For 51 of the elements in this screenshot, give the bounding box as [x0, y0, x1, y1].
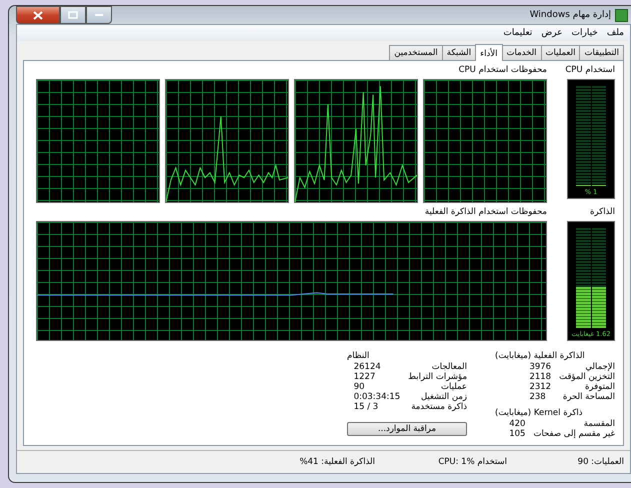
menu-item[interactable]: عرض — [541, 28, 563, 38]
cpu-history-label: محفوظات استخدام CPU — [458, 65, 547, 77]
stat-value: 2118 — [529, 372, 552, 382]
stat-label: المتوفرة — [584, 382, 615, 392]
status-text: استخدام CPU: 1% — [437, 457, 508, 467]
tab[interactable]: العمليات — [540, 45, 580, 60]
section-title: الذاكرة الفعلية (ميغابايت) — [495, 351, 586, 361]
close-button[interactable] — [16, 6, 60, 24]
minimize-icon — [95, 13, 103, 17]
stat-value: 15 / 3 — [354, 402, 380, 412]
stat-label: ذاكرة مستخدمة — [410, 402, 467, 412]
stat-label: المعالجات — [430, 362, 467, 372]
maximize-button[interactable] — [60, 6, 86, 24]
tab[interactable]: الخدمات — [502, 45, 542, 60]
tab[interactable]: التطبيقات — [579, 45, 624, 60]
memory-usage-label: الذاكرة — [589, 207, 615, 219]
stat-label: غير مقسم إلى صفحات — [533, 429, 615, 439]
stat-label: زمن التشغيل — [420, 392, 467, 402]
cpu-usage-label: استخدام CPU — [567, 65, 615, 77]
window-title: إدارة مهام Windows — [530, 10, 611, 20]
stat-value: 238 — [529, 392, 547, 402]
tab[interactable]: الشبكة — [442, 45, 476, 60]
section-title: ذاكرة Kernel (ميغابايت) — [495, 408, 584, 418]
close-icon — [33, 10, 43, 20]
stat-label: عمليات — [440, 382, 467, 392]
stat-label: المقسمة — [582, 419, 615, 429]
stat-value: 3976 — [529, 362, 552, 372]
app-icon — [615, 8, 628, 22]
menu-item[interactable]: ملف — [606, 28, 624, 38]
memory-history-label: محفوظات استخدام الذاكرة الفعلية — [424, 207, 547, 219]
minimize-button[interactable] — [86, 6, 112, 24]
stat-value: 1227 — [354, 372, 376, 382]
tab[interactable]: الأداء — [475, 44, 502, 61]
stat-value: 420 — [509, 419, 526, 429]
resource-monitor-button[interactable]: مراقبة الموارد... — [347, 422, 467, 436]
section-title: النظام — [347, 351, 370, 361]
menu-item[interactable]: خيارات — [572, 28, 598, 38]
stat-value: 0:03:34:15 — [354, 392, 400, 402]
stat-label: التخزين المؤقت — [559, 372, 615, 382]
stat-label: المساحة الحرة — [562, 392, 615, 402]
tab[interactable]: المستخدمين — [389, 45, 443, 60]
stat-label: مؤشرات الترابط — [408, 372, 467, 382]
status-text: العمليات: 90 — [576, 457, 625, 467]
menu-item[interactable]: تعليمات — [503, 28, 532, 38]
maximize-icon — [68, 11, 78, 19]
stat-value: 105 — [509, 429, 526, 439]
stat-label: الإجمالي — [584, 362, 615, 372]
stat-value: 26124 — [354, 362, 382, 372]
stat-value: 2312 — [529, 382, 552, 392]
status-text: الذاكرة الفعلية: 41% — [298, 457, 376, 467]
stat-value: 90 — [354, 382, 366, 392]
